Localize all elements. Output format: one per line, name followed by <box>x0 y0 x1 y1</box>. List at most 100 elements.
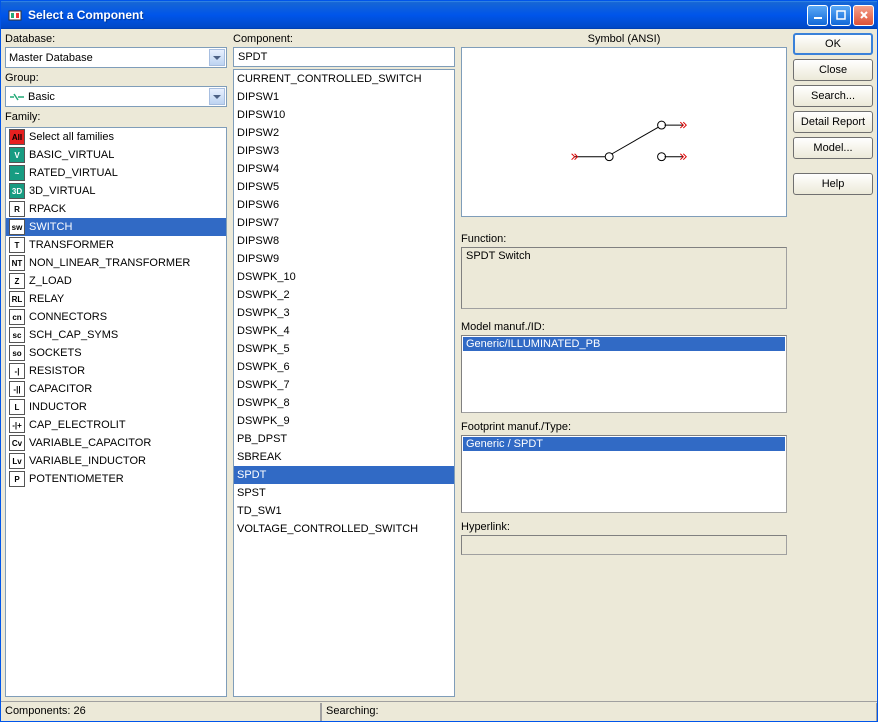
family-item[interactable]: cn CONNECTORS <box>6 308 226 326</box>
component-item[interactable]: TD_SW1 <box>234 502 454 520</box>
family-item-label: VARIABLE_INDUCTOR <box>29 455 146 467</box>
family-icon: sw <box>9 219 25 235</box>
component-item[interactable]: SPST <box>234 484 454 502</box>
component-item[interactable]: DSWPK_7 <box>234 376 454 394</box>
family-item[interactable]: scSCH_CAP_SYMS <box>6 326 226 344</box>
database-combo[interactable]: Master Database <box>5 47 227 68</box>
component-item[interactable]: DSWPK_5 <box>234 340 454 358</box>
family-item[interactable]: CvVARIABLE_CAPACITOR <box>6 434 226 452</box>
family-item-label: CONNECTORS <box>29 311 107 323</box>
family-item[interactable]: PPOTENTIOMETER <box>6 470 226 488</box>
family-item[interactable]: Lv VARIABLE_INDUCTOR <box>6 452 226 470</box>
family-listbox[interactable]: AllSelect all familiesV BASIC_VIRTUAL ~RAT… <box>5 127 227 697</box>
family-icon: R <box>9 201 25 217</box>
family-label: Family: <box>5 111 227 123</box>
component-search-input[interactable] <box>233 47 455 67</box>
component-item[interactable]: SBREAK <box>234 448 454 466</box>
family-icon: ~ <box>9 165 25 181</box>
family-item[interactable]: AllSelect all families <box>6 128 226 146</box>
maximize-button[interactable] <box>830 5 851 26</box>
component-item[interactable]: DIPSW1 <box>234 88 454 106</box>
component-item[interactable]: DSWPK_10 <box>234 268 454 286</box>
family-item[interactable]: TTRANSFORMER <box>6 236 226 254</box>
family-item[interactable]: V BASIC_VIRTUAL <box>6 146 226 164</box>
component-item[interactable]: SPDT <box>234 466 454 484</box>
search-button[interactable]: Search... <box>793 85 873 107</box>
family-icon: -| <box>9 363 25 379</box>
family-item[interactable]: -|+CAP_ELECTROLIT <box>6 416 226 434</box>
family-item[interactable]: RRPACK <box>6 200 226 218</box>
model-row[interactable]: Generic/ILLUMINATED_PB <box>463 337 785 351</box>
component-item[interactable]: VOLTAGE_CONTROLLED_SWITCH <box>234 520 454 538</box>
component-item[interactable]: DSWPK_3 <box>234 304 454 322</box>
component-label: Component: <box>233 33 455 45</box>
chevron-down-icon[interactable] <box>209 49 225 66</box>
family-item[interactable]: RLRELAY <box>6 290 226 308</box>
component-item[interactable]: DIPSW5 <box>234 178 454 196</box>
component-item[interactable]: DSWPK_9 <box>234 412 454 430</box>
family-item[interactable]: ~RATED_VIRTUAL <box>6 164 226 182</box>
footprint-label: Footprint manuf./Type: <box>461 421 787 433</box>
database-label: Database: <box>5 33 227 45</box>
family-item[interactable]: soSOCKETS <box>6 344 226 362</box>
family-item-label: BASIC_VIRTUAL <box>29 149 114 161</box>
component-listbox[interactable]: CURRENT_CONTROLLED_SWITCHDIPSW1DIPSW10DI… <box>233 69 455 697</box>
component-item[interactable]: DIPSW2 <box>234 124 454 142</box>
symbol-preview <box>461 47 787 217</box>
family-item-label: VARIABLE_CAPACITOR <box>29 437 151 449</box>
footprint-row[interactable]: Generic / SPDT <box>463 437 785 451</box>
component-item[interactable]: CURRENT_CONTROLLED_SWITCH <box>234 70 454 88</box>
close-dialog-button[interactable]: Close <box>793 59 873 81</box>
family-item-label: CAPACITOR <box>29 383 92 395</box>
function-box: SPDT Switch <box>461 247 787 309</box>
chevron-down-icon[interactable] <box>209 88 225 105</box>
family-item[interactable]: NTNON_LINEAR_TRANSFORMER <box>6 254 226 272</box>
component-item[interactable]: DSWPK_8 <box>234 394 454 412</box>
family-icon: -|| <box>9 381 25 397</box>
family-item-label: SOCKETS <box>29 347 82 359</box>
hyperlink-value <box>463 537 785 539</box>
component-item[interactable]: DIPSW4 <box>234 160 454 178</box>
component-item[interactable]: DIPSW10 <box>234 106 454 124</box>
database-value: Master Database <box>9 52 209 64</box>
component-item[interactable]: DIPSW7 <box>234 214 454 232</box>
family-item[interactable]: swSWITCH <box>6 218 226 236</box>
family-item[interactable]: -|| CAPACITOR <box>6 380 226 398</box>
group-combo[interactable]: Basic <box>5 86 227 107</box>
component-item[interactable]: DSWPK_4 <box>234 322 454 340</box>
family-item-label: RELAY <box>29 293 64 305</box>
footprint-listbox[interactable]: Generic / SPDT <box>461 435 787 513</box>
family-icon: Z <box>9 273 25 289</box>
group-icon <box>9 89 25 105</box>
component-item[interactable]: DIPSW3 <box>234 142 454 160</box>
family-icon: V <box>9 147 25 163</box>
family-item[interactable]: ZZ_LOAD <box>6 272 226 290</box>
family-item[interactable]: -|RESISTOR <box>6 362 226 380</box>
component-item[interactable]: DIPSW6 <box>234 196 454 214</box>
titlebar: Select a Component <box>1 1 877 29</box>
model-listbox[interactable]: Generic/ILLUMINATED_PB <box>461 335 787 413</box>
group-label: Group: <box>5 72 227 84</box>
minimize-button[interactable] <box>807 5 828 26</box>
detail-report-button[interactable]: Detail Report <box>793 111 873 133</box>
component-item[interactable]: DSWPK_6 <box>234 358 454 376</box>
status-components: Components: 26 <box>1 703 321 721</box>
model-button[interactable]: Model... <box>793 137 873 159</box>
family-item-label: INDUCTOR <box>29 401 87 413</box>
component-item[interactable]: DIPSW9 <box>234 250 454 268</box>
family-item[interactable]: LINDUCTOR <box>6 398 226 416</box>
component-item[interactable]: DIPSW8 <box>234 232 454 250</box>
ok-button[interactable]: OK <box>793 33 873 55</box>
symbol-label: Symbol (ANSI) <box>461 33 787 45</box>
component-item[interactable]: PB_DPST <box>234 430 454 448</box>
family-icon: All <box>9 129 25 145</box>
family-icon: Lv <box>9 453 25 469</box>
help-button[interactable]: Help <box>793 173 873 195</box>
close-button[interactable] <box>853 5 874 26</box>
family-icon: 3D <box>9 183 25 199</box>
family-icon: cn <box>9 309 25 325</box>
component-item[interactable]: DSWPK_2 <box>234 286 454 304</box>
family-item[interactable]: 3D3D_VIRTUAL <box>6 182 226 200</box>
function-label: Function: <box>461 233 787 245</box>
family-icon: NT <box>9 255 25 271</box>
